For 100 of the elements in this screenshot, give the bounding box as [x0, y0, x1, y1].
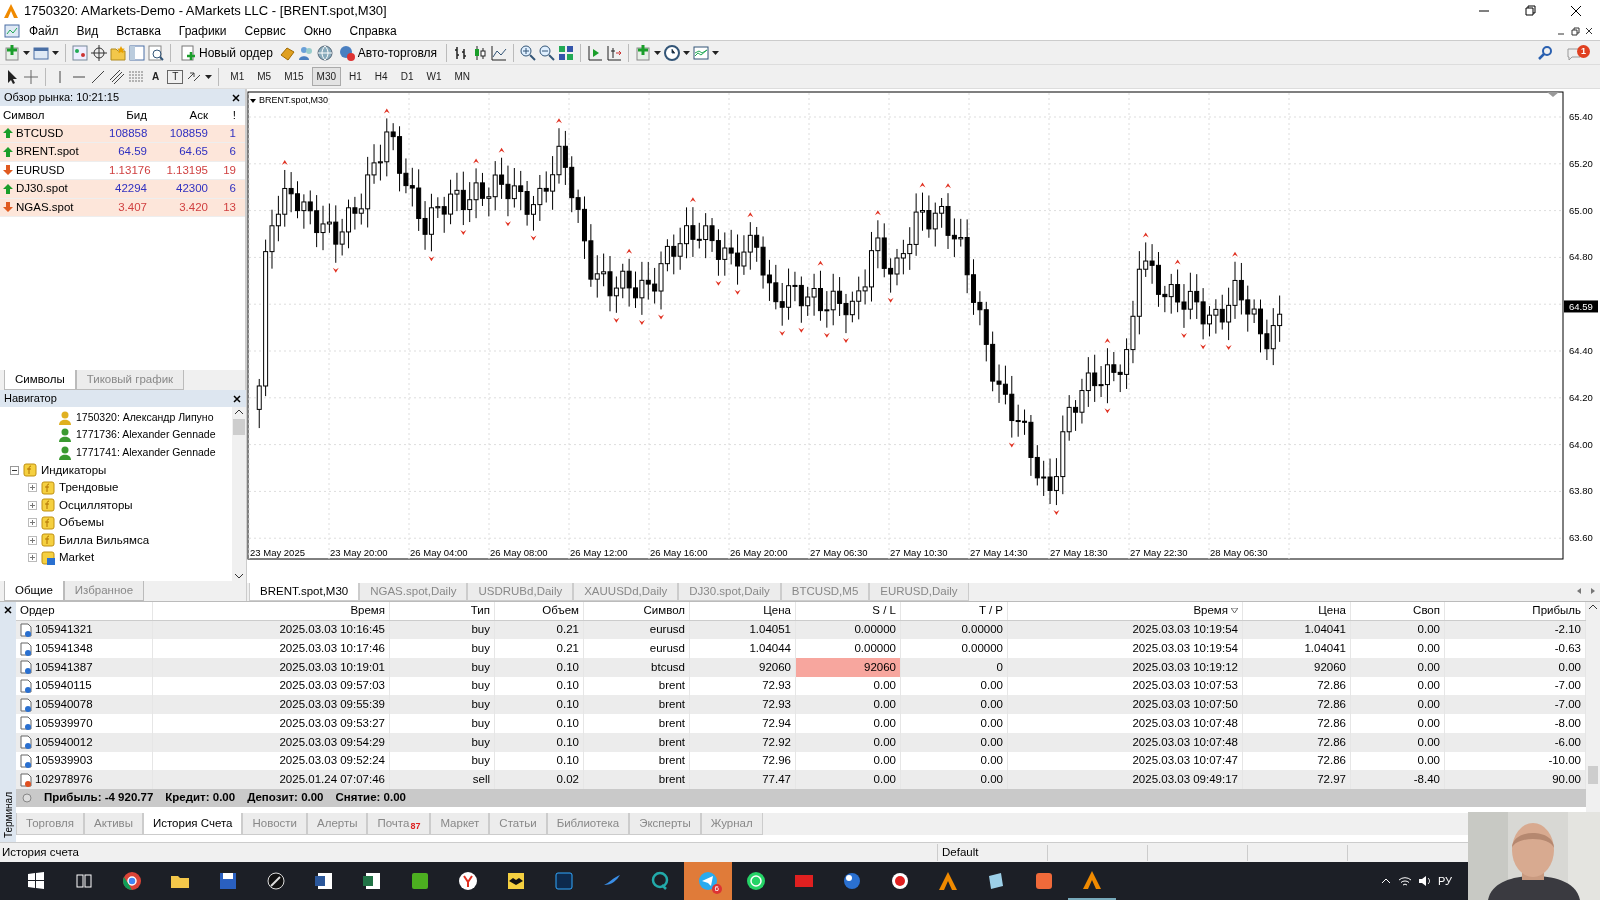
timeframe-button[interactable]: M30: [311, 67, 342, 86]
tree-item[interactable]: Трендовые: [0, 479, 232, 497]
timeframe-button[interactable]: D1: [395, 67, 419, 86]
timeframe-button[interactable]: MN: [449, 67, 475, 86]
expand-icon[interactable]: [28, 535, 37, 545]
chart-window-icon[interactable]: [4, 23, 20, 38]
shift-marker-icon[interactable]: [1547, 92, 1559, 97]
zoom-out-icon[interactable]: [539, 44, 556, 61]
scroll-down-icon[interactable]: [234, 573, 244, 581]
timeframe-button[interactable]: H4: [369, 67, 393, 86]
column-header[interactable]: Время: [1008, 602, 1243, 620]
tree-item[interactable]: Индикаторы: [0, 461, 232, 479]
caret-icon[interactable]: [250, 99, 256, 103]
bat-icon[interactable]: [506, 871, 526, 891]
messenger-icon[interactable]: [698, 871, 718, 891]
timeframe-button[interactable]: M1: [225, 67, 250, 86]
column-header[interactable]: Цена: [690, 602, 796, 620]
column-header[interactable]: T / P: [901, 602, 1008, 620]
browser-icon[interactable]: [122, 871, 142, 891]
chart-shift-icon[interactable]: [587, 44, 604, 61]
expand-icon[interactable]: [28, 483, 37, 493]
close-icon[interactable]: [3, 605, 13, 615]
language-indicator[interactable]: РУ: [1437, 872, 1452, 890]
column-header[interactable]: S / L: [796, 602, 901, 620]
column-header[interactable]: Ордер: [16, 602, 153, 620]
tree-item[interactable]: 1750320: Александр Липуно: [0, 409, 232, 427]
app-icon[interactable]: [890, 871, 910, 891]
expand-icon[interactable]: [28, 500, 37, 510]
column-header[interactable]: Тип: [390, 602, 495, 620]
expand-icon[interactable]: [28, 553, 37, 563]
scroll-up-icon[interactable]: [1588, 602, 1598, 610]
chat-icon[interactable]: [650, 871, 670, 891]
line-chart-icon[interactable]: [491, 44, 508, 61]
close-icon[interactable]: [231, 92, 241, 103]
label-tool-button[interactable]: T: [167, 69, 184, 84]
tree-item[interactable]: 1771736: Alexander Gennade: [0, 426, 232, 444]
expand-icon[interactable]: [28, 518, 37, 528]
timeframe-button[interactable]: H1: [344, 67, 367, 86]
autoscroll-icon[interactable]: [606, 44, 623, 61]
menu-item[interactable]: Вставка: [107, 21, 170, 40]
windows-icon[interactable]: [26, 871, 46, 891]
triangle-logo-icon[interactable]: [1082, 870, 1102, 890]
folder-star-icon[interactable]: [110, 44, 126, 61]
symbol-row[interactable]: BRENT.spot 64.59 64.65 6: [0, 143, 245, 162]
terminal-tab[interactable]: История Счета: [142, 812, 243, 835]
symbol-row[interactable]: DJ30.spot 42294 42300 6: [0, 180, 245, 199]
phone-chat-icon[interactable]: [746, 871, 766, 891]
app-icon[interactable]: [986, 871, 1006, 891]
trendline-icon[interactable]: [90, 68, 106, 85]
wifi-icon[interactable]: [1397, 875, 1412, 887]
menu-item[interactable]: Графики: [169, 21, 236, 40]
window-icon[interactable]: [33, 44, 49, 61]
menu-item[interactable]: Вид: [67, 21, 108, 40]
column-header[interactable]: Время: [153, 602, 390, 620]
menu-item[interactable]: Сервис: [235, 21, 295, 40]
menu-item[interactable]: Справка: [340, 21, 406, 40]
grid-icon[interactable]: [558, 44, 575, 61]
scroll-thumb[interactable]: [1588, 766, 1598, 784]
column-header[interactable]: Символ: [584, 602, 690, 620]
menu-item[interactable]: Файл: [20, 21, 68, 40]
price-text: 108858: [108, 125, 149, 141]
scroll-thumb[interactable]: [233, 419, 245, 435]
symbol-row[interactable]: BTCUSD 108858 108859 1: [0, 124, 245, 143]
price-text: 64.59: [117, 144, 148, 160]
column-header[interactable]: Объем: [495, 602, 584, 620]
timeframe-button[interactable]: W1: [421, 67, 447, 86]
search-icon[interactable]: [1537, 44, 1553, 61]
column-header[interactable]: Своп: [1351, 602, 1445, 620]
browser-icon[interactable]: [458, 871, 478, 891]
tree-item[interactable]: Market: [0, 549, 232, 567]
document-icon[interactable]: [314, 871, 334, 891]
clock-icon[interactable]: [664, 44, 681, 61]
timeframe-button[interactable]: M15: [279, 67, 309, 86]
tree-item[interactable]: Билла Вильямса: [0, 531, 232, 549]
column-header[interactable]: Цена: [1243, 602, 1351, 620]
auto-trading-button[interactable]: Авто-торговля: [335, 41, 441, 64]
menu-item[interactable]: Окно: [294, 21, 341, 40]
text-tool-button[interactable]: A: [147, 67, 165, 86]
panel-tab[interactable]: Символы: [4, 369, 76, 390]
tree-item[interactable]: Осцилляторы: [0, 496, 232, 514]
scroll-up-icon[interactable]: [234, 407, 244, 415]
chart-icon[interactable]: [72, 44, 88, 61]
task-view-icon[interactable]: [74, 871, 94, 891]
timeframe-button[interactable]: M5: [252, 67, 277, 86]
people-icon[interactable]: [297, 44, 314, 61]
new-order-button[interactable]: Новый ордер: [177, 41, 276, 64]
spreadsheet-icon[interactable]: [362, 871, 382, 891]
triangle-logo-icon[interactable]: [938, 871, 958, 891]
candlestick-icon[interactable]: [472, 44, 489, 61]
zoom-in-icon[interactable]: [520, 44, 537, 61]
channel-icon[interactable]: [109, 68, 125, 85]
tree-item[interactable]: 1771741: Alexander Gennade: [0, 444, 232, 462]
magnifier-icon[interactable]: [148, 44, 164, 61]
panel-tab[interactable]: Общие: [4, 580, 64, 601]
close-icon[interactable]: [232, 393, 242, 404]
crosshair-icon[interactable]: [91, 44, 107, 61]
chart-tab[interactable]: BRENT.spot,M30: [249, 583, 360, 601]
tree-item[interactable]: Объемы: [0, 514, 232, 532]
speaker-icon[interactable]: [1417, 875, 1432, 887]
app-icon[interactable]: [410, 871, 430, 891]
